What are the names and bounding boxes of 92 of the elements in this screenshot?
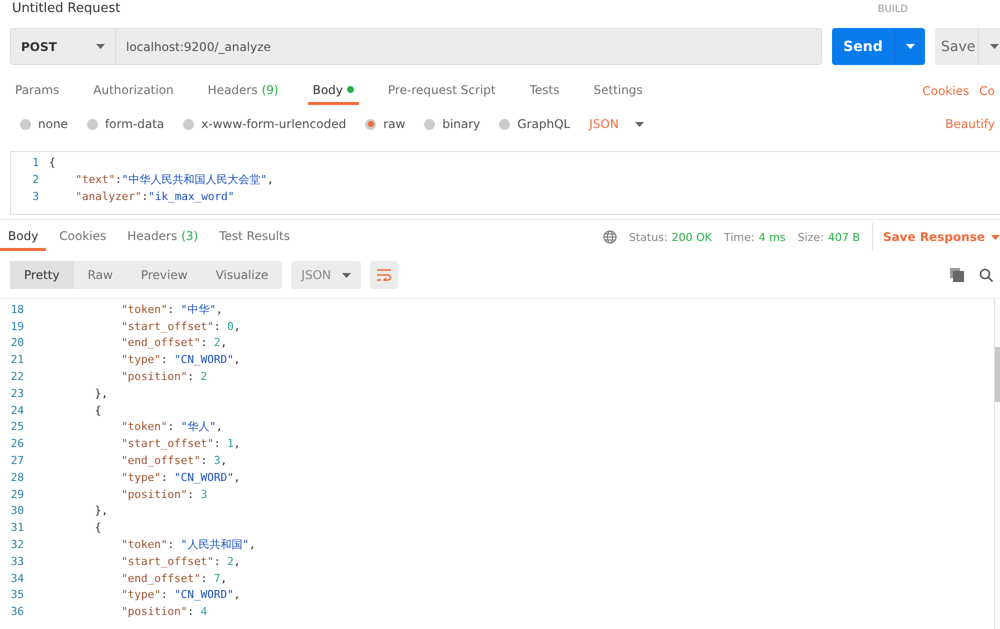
code-line: { <box>94 521 102 534</box>
build-label: BUILD <box>878 4 908 14</box>
code-line: "type": "CN_WORD", <box>121 353 240 366</box>
line-number: 26 <box>10 437 25 450</box>
line-number: 32 <box>10 538 25 552</box>
body-type-radio[interactable]: none <box>20 117 68 131</box>
request-tab[interactable]: Body <box>308 77 359 105</box>
caret-icon <box>634 122 644 126</box>
response-tab[interactable]: Body <box>0 223 46 251</box>
code-line: "analyzer":"ik_max_word" <box>75 190 234 203</box>
line-number: 35 <box>10 588 25 602</box>
view-mode-tab[interactable]: Raw <box>74 261 127 289</box>
copy-icon <box>950 268 964 282</box>
beautify-link[interactable]: Beautify <box>945 117 995 131</box>
line-number: 20 <box>10 336 25 350</box>
globe-icon <box>602 230 617 244</box>
line-number: 23 <box>10 386 25 400</box>
caret-icon <box>990 44 998 49</box>
line-number: 25 <box>10 420 25 434</box>
code-line: "token": "华人", <box>121 419 223 434</box>
response-tab[interactable]: Cookies <box>51 223 114 251</box>
code-line: "position": 2 <box>121 370 208 384</box>
line-number: 33 <box>10 554 25 568</box>
status-metric: Status: 200 OK <box>628 230 712 246</box>
scrollbar-thumb[interactable] <box>995 347 1000 402</box>
search-icon <box>979 268 993 282</box>
method-select[interactable]: POST <box>10 28 116 65</box>
line-number: 1 <box>31 156 40 169</box>
line-number: 30 <box>10 504 25 518</box>
line-number: 22 <box>10 370 25 384</box>
body-type-radio[interactable]: raw <box>365 117 406 131</box>
body-type-radio[interactable]: GraphQL <box>499 117 570 131</box>
caret-icon <box>991 234 1000 240</box>
view-mode-tab[interactable]: Visualize <box>202 261 282 289</box>
line-number: 18 <box>10 302 25 316</box>
request-tab[interactable]: Tests <box>524 77 564 105</box>
header-link[interactable]: Co <box>979 77 995 105</box>
line-number: 28 <box>10 470 25 484</box>
code-line: "start_offset": 2, <box>121 554 240 568</box>
line-number: 19 <box>10 320 25 333</box>
code-line: "position": 4 <box>121 605 208 618</box>
code-line: "position": 3 <box>121 488 208 501</box>
code-line: }, <box>94 504 108 518</box>
request-title: Untitled Request <box>12 1 120 17</box>
status-metric: Time: 4 ms <box>724 230 786 246</box>
request-body-editor[interactable]: 1 { 2 "text":"中华人民共和国人民大会堂", 3 "analyzer":"ik_max_word" <box>10 151 1000 215</box>
request-tab[interactable]: Params <box>10 77 64 105</box>
line-number: 2 <box>31 173 40 186</box>
code-line: "start_offset": 0, <box>121 320 240 333</box>
code-line: "token": "中华", <box>121 302 223 317</box>
save-response-button[interactable]: Save Response <box>872 223 1000 251</box>
code-line: "type": "CN_WORD", <box>121 588 240 602</box>
line-number: 36 <box>10 605 25 618</box>
code-line: { <box>94 404 102 417</box>
line-number: 21 <box>10 353 25 366</box>
view-mode-tab[interactable]: Preview <box>126 261 202 289</box>
body-type-radio[interactable]: binary <box>424 117 480 131</box>
status-metric: Size: 407 B <box>798 230 860 246</box>
wrap-icon <box>376 269 392 281</box>
url-field[interactable]: localhost:9200/_analyze <box>116 28 822 65</box>
line-number: 31 <box>10 521 25 534</box>
request-tab[interactable]: Pre-request Script <box>382 77 501 105</box>
code-line: "start_offset": 1, <box>121 437 240 450</box>
header-link[interactable]: Cookies <box>922 77 970 105</box>
request-tab[interactable]: Settings <box>588 77 648 105</box>
response-format-select[interactable]: JSON <box>291 261 362 289</box>
line-number: 3 <box>31 190 40 203</box>
code-line: "token": "人民共和国", <box>121 537 256 552</box>
format-select[interactable]: JSON <box>589 117 644 131</box>
request-tab[interactable]: Headers (9) <box>202 77 284 105</box>
body-type-radio[interactable]: x-www-form-urlencoded <box>183 117 346 131</box>
caret-icon <box>96 44 105 49</box>
view-mode-tab[interactable]: Pretty <box>10 261 74 289</box>
wrap-lines-button[interactable] <box>370 261 398 289</box>
copy-button[interactable] <box>947 268 967 282</box>
line-number: 27 <box>10 454 25 468</box>
request-tab[interactable]: Authorization <box>88 77 179 105</box>
code-line: "text":"中华人民共和国人民大会堂", <box>75 172 274 187</box>
line-number: 34 <box>10 572 25 585</box>
body-type-radio[interactable]: form-data <box>86 117 164 131</box>
response-tab[interactable]: Test Results <box>211 223 298 251</box>
caret-icon <box>342 272 352 278</box>
response-tab[interactable]: Headers (3) <box>119 223 206 251</box>
code-line: }, <box>94 386 108 400</box>
code-line: "end_offset": 3, <box>121 454 228 468</box>
line-number: 24 <box>10 404 25 417</box>
caret-icon <box>906 44 914 49</box>
line-number: 29 <box>10 488 25 501</box>
code-line: { <box>49 156 56 169</box>
code-line: "end_offset": 7, <box>121 572 228 585</box>
code-line: "end_offset": 2, <box>121 336 228 350</box>
code-line: "type": "CN_WORD", <box>121 470 240 484</box>
